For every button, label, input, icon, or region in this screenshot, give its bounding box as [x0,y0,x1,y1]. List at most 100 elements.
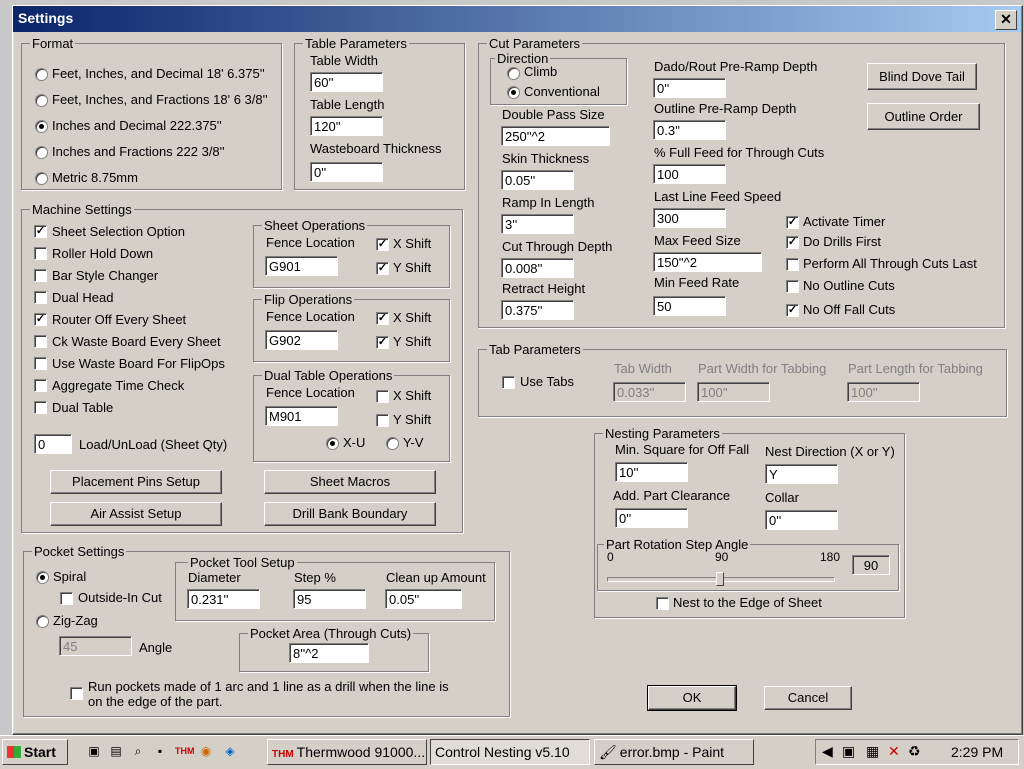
through-cuts-last-checkbox[interactable] [786,258,799,271]
blind-dove-tail-button[interactable]: Blind Dove Tail [867,63,977,90]
task-paint-label: error.bmp - Paint [619,744,725,760]
table-length-input[interactable]: 120'' [310,116,383,136]
machine-setting-7-checkbox[interactable] [34,357,47,370]
climb-radio[interactable] [507,67,520,80]
close-button[interactable]: ✕ [995,10,1017,30]
machine-setting-9-checkbox[interactable] [34,401,47,414]
wasteboard-input[interactable]: 0'' [310,162,383,182]
task-paint[interactable]: 🖌 error.bmp - Paint [594,739,754,765]
machine-setting-4-checkbox[interactable] [34,291,47,304]
part-length-tabbing-input[interactable]: 100'' [847,382,920,402]
format-option-2-radio[interactable] [35,94,48,107]
display-icon[interactable]: ▣ [842,743,855,760]
thm-icon[interactable]: THM [175,743,195,759]
machine-setting-3-checkbox[interactable] [34,269,47,282]
task-control-nesting[interactable]: Control Nesting v5.10 [430,739,590,765]
full-feed-input[interactable]: 100 [653,164,726,184]
nest-direction-input[interactable]: Y [765,464,838,484]
desktop-icon[interactable]: ▣ [86,743,102,759]
volume-icon[interactable]: ◀ [822,743,833,760]
flip-yshift-checkbox[interactable]: ✓ [376,336,389,349]
cleanup-input[interactable]: 0.05'' [385,589,462,609]
format-option-4-radio[interactable] [35,146,48,159]
min-feed-input[interactable]: 50 [653,296,726,316]
angle-input[interactable]: 45 [59,636,132,656]
task-thermwood[interactable]: THM Thermwood 91000... [267,739,427,765]
dual-yshift-checkbox[interactable] [376,414,389,427]
tab-width-input[interactable]: 0.033'' [613,382,686,402]
format-option-1-radio[interactable] [35,68,48,81]
flip-xshift-checkbox[interactable]: ✓ [376,312,389,325]
flip-fence-input[interactable]: G902 [265,330,338,350]
outline-ramp-input[interactable]: 0.3'' [653,120,726,140]
xu-radio[interactable] [326,437,339,450]
sheet-fence-input[interactable]: G901 [265,256,338,276]
part-width-tabbing-input[interactable]: 100'' [697,382,770,402]
retract-height-input[interactable]: 0.375'' [501,300,574,320]
rotation-slider-thumb[interactable] [716,572,724,586]
cut-parameters-legend: Cut Parameters [489,36,581,51]
run-pockets-label-line2: on the edge of the part. [88,694,223,709]
sheet-yshift-checkbox[interactable]: ✓ [376,262,389,275]
min-square-input[interactable]: 10'' [615,462,688,482]
air-assist-button[interactable]: Air Assist Setup [50,502,222,526]
machine-setting-5-checkbox[interactable]: ✓ [34,313,47,326]
nest-edge-checkbox[interactable] [656,597,669,610]
min-feed-label: Min Feed Rate [654,275,740,290]
ramp-in-input[interactable]: 3'' [501,214,574,234]
machine-setting-8-checkbox[interactable] [34,379,47,392]
disconnected-icon[interactable]: ✕ [888,743,900,760]
command-prompt-icon[interactable]: ▪ [152,743,168,759]
load-unload-input[interactable]: 0 [34,434,72,454]
table-width-input[interactable]: 60'' [310,72,383,92]
outside-in-checkbox[interactable] [60,592,73,605]
search-icon[interactable]: ⌕ [130,743,146,759]
use-tabs-checkbox[interactable] [502,376,515,389]
format-option-5-radio[interactable] [35,172,48,185]
cancel-button[interactable]: Cancel [764,686,852,710]
spiral-label: Spiral [53,569,87,584]
collar-input[interactable]: 0'' [765,510,838,530]
cut-through-input[interactable]: 0.008'' [501,258,574,278]
conventional-radio[interactable] [507,86,520,99]
network-tray-icon[interactable]: ▦ [866,743,879,760]
dado-input[interactable]: 0'' [653,78,726,98]
sync-icon[interactable]: ♻ [908,743,921,760]
no-outline-checkbox[interactable] [786,280,799,293]
dual-fence-input[interactable]: M901 [265,406,338,426]
step-input[interactable]: 95 [293,589,366,609]
title-bar[interactable]: Settings ✕ [13,6,1021,32]
outline-order-button[interactable]: Outline Order [867,103,980,130]
explorer-icon[interactable]: ▤ [108,743,124,759]
part-clearance-input[interactable]: 0'' [615,508,688,528]
machine-setting-2-label: Roller Hold Down [52,246,154,261]
dual-xshift-checkbox[interactable] [376,390,389,403]
spiral-radio[interactable] [36,571,49,584]
pocket-area-input[interactable]: 8''^2 [289,643,369,663]
activate-timer-checkbox[interactable]: ✓ [786,216,799,229]
diameter-input[interactable]: 0.231'' [187,589,260,609]
media-icon[interactable]: ◉ [198,743,214,759]
diameter-label: Diameter [188,570,241,585]
sheet-macros-button[interactable]: Sheet Macros [264,470,436,494]
machine-setting-2-checkbox[interactable] [34,247,47,260]
no-off-fall-checkbox[interactable]: ✓ [786,304,799,317]
run-pockets-checkbox[interactable] [70,687,83,700]
yv-radio[interactable] [386,437,399,450]
double-pass-input[interactable]: 250''^2 [501,126,610,146]
format-option-3-radio[interactable] [35,120,48,133]
machine-setting-1-checkbox[interactable]: ✓ [34,225,47,238]
do-drills-checkbox[interactable]: ✓ [786,236,799,249]
placement-pins-button[interactable]: Placement Pins Setup [50,470,222,494]
skin-thickness-input[interactable]: 0.05'' [501,170,574,190]
start-button[interactable]: Start [2,739,68,765]
machine-setting-6-checkbox[interactable] [34,335,47,348]
zigzag-radio[interactable] [36,615,49,628]
max-feed-input[interactable]: 150''^2 [653,252,762,272]
last-line-input[interactable]: 300 [653,208,726,228]
sheet-xshift-checkbox[interactable]: ✓ [376,238,389,251]
drill-bank-button[interactable]: Drill Bank Boundary [264,502,436,526]
network-icon[interactable]: ◈ [222,743,238,759]
no-outline-label: No Outline Cuts [803,278,895,293]
ok-button[interactable]: OK [647,685,737,711]
